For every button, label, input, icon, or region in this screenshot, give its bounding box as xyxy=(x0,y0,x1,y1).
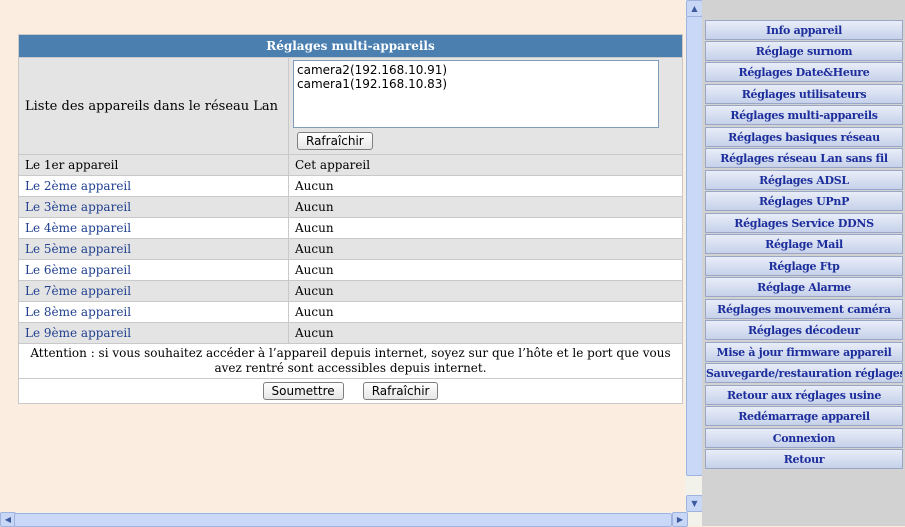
nav-item-datetime[interactable]: Réglages Date&Heure xyxy=(705,62,903,82)
refresh-button[interactable]: Rafraîchir xyxy=(362,382,439,400)
internet-access-notice: Attention : si vous souhaitez accéder à … xyxy=(18,343,683,379)
device-label-link[interactable]: Le 9ème appareil xyxy=(18,322,289,344)
actions-row: Soumettre Rafraîchir xyxy=(18,378,683,404)
lan-devices-label: Liste des appareils dans le réseau Lan xyxy=(18,57,289,155)
device-value: Aucun xyxy=(288,238,683,260)
nav-item-reboot[interactable]: Redémarrage appareil xyxy=(705,406,903,426)
content-area: Réglages multi-appareils Liste des appar… xyxy=(0,0,685,512)
nav-item-firmware[interactable]: Mise à jour firmware appareil xyxy=(705,342,903,362)
device-label-link[interactable]: Le 7ème appareil xyxy=(18,280,289,302)
nav-item-alarm[interactable]: Réglage Alarme xyxy=(705,277,903,297)
nav-item-alias[interactable]: Réglage surnom xyxy=(705,41,903,61)
scroll-right-arrow-icon[interactable]: ▶ xyxy=(672,512,688,527)
device-value: Aucun xyxy=(288,322,683,344)
device-row: Le 8ème appareil Aucun xyxy=(18,301,683,323)
nav-item-adsl[interactable]: Réglages ADSL xyxy=(705,170,903,190)
device-row: Le 1er appareil Cet appareil xyxy=(18,154,683,176)
nav-item-back[interactable]: Retour xyxy=(705,449,903,469)
nav-item-info[interactable]: Info appareil xyxy=(705,20,903,40)
vertical-scroll-thumb[interactable] xyxy=(686,16,703,476)
nav-item-mail[interactable]: Réglage Mail xyxy=(705,234,903,254)
device-value: Aucun xyxy=(288,301,683,323)
nav-item-backup-restore[interactable]: Sauvegarde/restauration réglages xyxy=(705,363,903,383)
device-row: Le 9ème appareil Aucun xyxy=(18,322,683,344)
device-row: Le 4ème appareil Aucun xyxy=(18,217,683,239)
scroll-down-arrow-icon[interactable]: ▼ xyxy=(686,495,703,512)
device-label-link[interactable]: Le 2ème appareil xyxy=(18,175,289,197)
device-label-link[interactable]: Le 5ème appareil xyxy=(18,238,289,260)
device-label-link[interactable]: Le 4ème appareil xyxy=(18,217,289,239)
device-row: Le 6ème appareil Aucun xyxy=(18,259,683,281)
device-label-link[interactable]: Le 6ème appareil xyxy=(18,259,289,281)
panel-title: Réglages multi-appareils xyxy=(18,34,683,58)
horizontal-scrollbar[interactable]: ◀ ▶ xyxy=(0,512,702,527)
submit-button[interactable]: Soumettre xyxy=(262,382,344,400)
nav-item-upnp[interactable]: Réglages UPnP xyxy=(705,191,903,211)
nav-item-multi-device[interactable]: Réglages multi-appareils xyxy=(705,105,903,125)
device-value: Aucun xyxy=(288,217,683,239)
lan-devices-cell: camera2(192.168.10.91) camera1(192.168.1… xyxy=(288,57,683,155)
device-label-link[interactable]: Le 3ème appareil xyxy=(18,196,289,218)
settings-nav-menu: Info appareil Réglage surnom Réglages Da… xyxy=(702,0,905,526)
vertical-scrollbar[interactable]: ▲ ▼ xyxy=(685,0,703,512)
lan-device-item[interactable]: camera1(192.168.10.83) xyxy=(297,77,655,91)
scroll-up-arrow-icon[interactable]: ▲ xyxy=(686,0,703,17)
nav-item-users[interactable]: Réglages utilisateurs xyxy=(705,84,903,104)
device-row: Le 2ème appareil Aucun xyxy=(18,175,683,197)
device-value: Aucun xyxy=(288,280,683,302)
device-value: Cet appareil xyxy=(288,154,683,176)
nav-item-ptz[interactable]: Réglages mouvement caméra xyxy=(705,299,903,319)
lan-devices-listbox[interactable]: camera2(192.168.10.91) camera1(192.168.1… xyxy=(293,60,659,128)
nav-item-wireless-lan[interactable]: Réglages réseau Lan sans fil xyxy=(705,148,903,168)
device-value: Aucun xyxy=(288,196,683,218)
lan-refresh-button[interactable]: Rafraîchir xyxy=(297,132,373,150)
multi-device-settings-table: Réglages multi-appareils Liste des appar… xyxy=(18,34,683,404)
nav-item-basic-network[interactable]: Réglages basiques réseau xyxy=(705,127,903,147)
device-label-link[interactable]: Le 8ème appareil xyxy=(18,301,289,323)
device-row: Le 3ème appareil Aucun xyxy=(18,196,683,218)
nav-item-ftp[interactable]: Réglage Ftp xyxy=(705,256,903,276)
lan-device-item[interactable]: camera2(192.168.10.91) xyxy=(297,63,655,77)
device-label: Le 1er appareil xyxy=(18,154,289,176)
horizontal-scroll-thumb[interactable] xyxy=(14,513,672,527)
device-value: Aucun xyxy=(288,259,683,281)
device-row: Le 7ème appareil Aucun xyxy=(18,280,683,302)
nav-item-login[interactable]: Connexion xyxy=(705,428,903,448)
nav-item-decoder[interactable]: Réglages décodeur xyxy=(705,320,903,340)
nav-item-factory-reset[interactable]: Retour aux réglages usine xyxy=(705,385,903,405)
nav-item-ddns[interactable]: Réglages Service DDNS xyxy=(705,213,903,233)
device-row: Le 5ème appareil Aucun xyxy=(18,238,683,260)
device-value: Aucun xyxy=(288,175,683,197)
